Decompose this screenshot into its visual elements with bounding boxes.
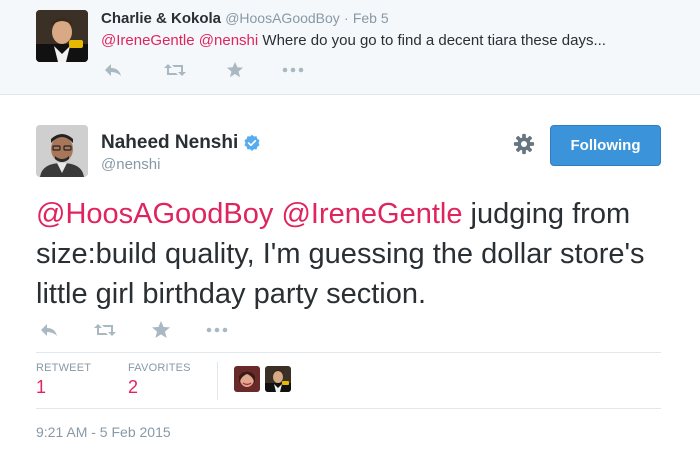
parent-author-name[interactable]: Charlie & Kokola <box>101 10 221 27</box>
main-tweet-actions <box>36 317 230 343</box>
reply-icon[interactable] <box>36 318 62 342</box>
gear-icon[interactable] <box>513 133 535 155</box>
parent-author-line: Charlie & Kokola @HoosAGoodBoy · Feb 5 <box>101 10 389 27</box>
more-options-icon[interactable] <box>204 318 230 342</box>
main-mention-irenegentle[interactable]: @IreneGentle <box>281 198 462 230</box>
main-mention-hoosagoodboy[interactable]: @HoosAGoodBoy <box>36 198 273 230</box>
parent-mention-irenegentle[interactable]: @IreneGentle <box>101 32 195 49</box>
stats-separator <box>217 362 218 400</box>
main-author-avatar[interactable] <box>36 125 88 177</box>
favorites-count: 2 <box>128 377 139 397</box>
divider-top <box>36 352 661 353</box>
favorite-star-icon[interactable] <box>148 318 174 342</box>
divider-bottom <box>36 408 661 409</box>
favoriter-avatar[interactable] <box>265 366 291 392</box>
tweet-timestamp[interactable]: 9:21 AM - 5 Feb 2015 <box>36 424 171 440</box>
main-tweet-text: @HoosAGoodBoy @IreneGentle judging from … <box>36 194 676 314</box>
verified-badge-icon <box>244 134 260 151</box>
parent-timestamp[interactable]: Feb 5 <box>353 10 389 26</box>
retweet-stat-label: RETWEET <box>36 362 92 374</box>
favoriter-avatar[interactable] <box>234 366 260 392</box>
parent-tweet-actions <box>101 58 305 82</box>
parent-tweet[interactable]: Charlie & Kokola @HoosAGoodBoy · Feb 5 @… <box>0 0 700 95</box>
retweet-icon[interactable] <box>163 60 187 80</box>
following-button[interactable]: Following <box>550 125 661 166</box>
more-options-icon[interactable] <box>281 60 305 80</box>
parent-mention-nenshi[interactable]: @nenshi <box>199 32 258 49</box>
favorite-star-icon[interactable] <box>223 60 247 80</box>
parent-separator: · <box>343 10 349 26</box>
parent-author-handle[interactable]: @HoosAGoodBoy <box>225 10 340 26</box>
retweet-icon[interactable] <box>92 318 118 342</box>
favorites-stat-label: FAVORITES <box>128 362 191 374</box>
parent-author-avatar[interactable] <box>36 10 88 62</box>
main-author-line: Naheed Nenshi <box>101 132 261 154</box>
main-author-handle[interactable]: @nenshi <box>101 156 160 173</box>
reply-icon[interactable] <box>101 60 125 80</box>
parent-tweet-body: Where do you go to find a decent tiara t… <box>262 32 606 49</box>
retweet-stat[interactable]: RETWEET 1 <box>36 362 91 398</box>
main-author-name[interactable]: Naheed Nenshi <box>101 132 238 154</box>
parent-tweet-text: @IreneGentle @nenshi Where do you go to … <box>101 32 606 49</box>
retweet-count: 1 <box>36 377 47 397</box>
favorites-stat[interactable]: FAVORITES 2 <box>128 362 191 398</box>
